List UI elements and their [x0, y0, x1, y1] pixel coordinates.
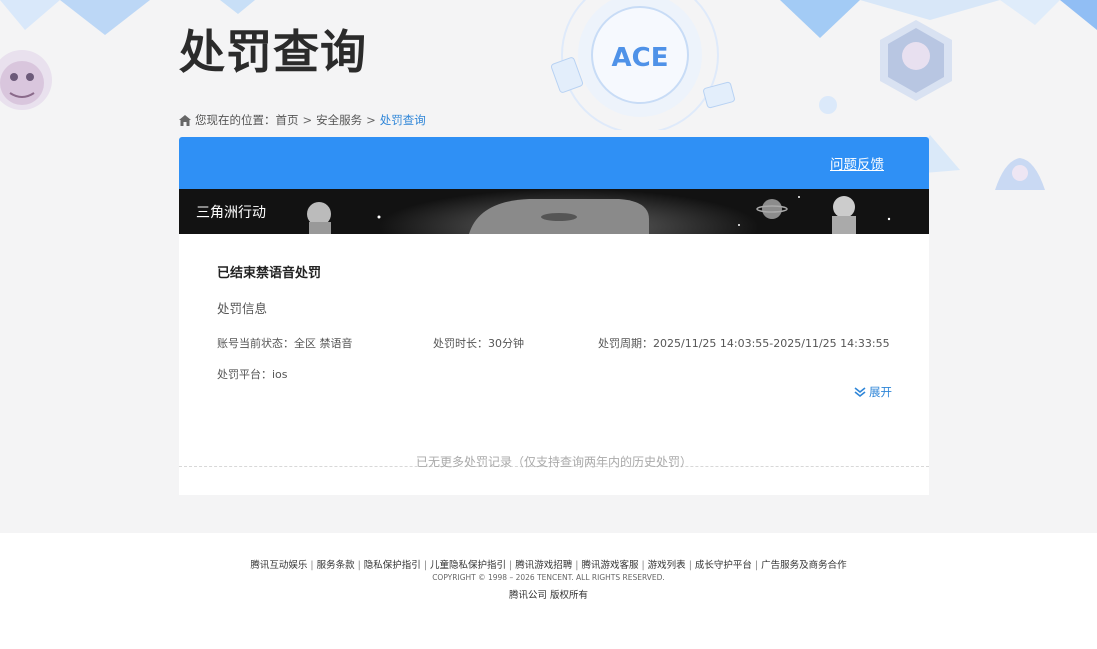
expand-button[interactable]: 展开: [854, 384, 892, 400]
penalty-duration-label: 处罚时长：: [433, 337, 488, 350]
footer-link-terms[interactable]: 服务条款: [317, 560, 355, 571]
footer: 腾讯互动娱乐 | 服务条款 | 隐私保护指引 | 儿童隐私保护指引 | 腾讯游戏招聘 | 腾讯游戏客…: [0, 533, 1097, 649]
small-character-icon: [995, 158, 1045, 190]
copyright-text: COPYRIGHT © 1998 – 2026 TENCENT. ALL RIG…: [432, 573, 665, 582]
breadcrumb-security-services[interactable]: 安全服务: [316, 112, 362, 128]
penalty-period: 处罚周期：2025/11/25 14:03:55-2025/11/25 14:3…: [598, 335, 890, 351]
footer-link-separator: |: [641, 560, 645, 571]
footer-link-child-privacy[interactable]: 儿童隐私保护指引: [430, 560, 506, 571]
footer-link-separator: |: [509, 560, 513, 571]
hexagon-character-icon: [880, 20, 952, 101]
penalty-period-label: 处罚周期：: [598, 337, 653, 350]
mascot-left-icon: [0, 50, 52, 110]
record-title: 已结束禁语音处罚: [217, 266, 322, 281]
account-status-value: 全区 禁语音: [294, 337, 353, 350]
penalty-platform-label: 处罚平台：: [217, 368, 272, 381]
breadcrumb-current: 处罚查询: [379, 113, 426, 127]
expand-label: 展开: [869, 385, 892, 399]
breadcrumb-prefix: 您现在的位置：: [195, 113, 276, 127]
footer-link-advertising[interactable]: 广告服务及商务合作: [761, 560, 847, 571]
penalty-record: 已结束禁语音处罚 处罚信息 账号当前状态：全区 禁语音 处罚时长：30分钟 处罚…: [179, 234, 929, 467]
footer-link-separator: |: [423, 560, 428, 571]
penalty-duration-value: 30分钟: [488, 337, 524, 350]
footer-link-tencent-games[interactable]: 腾讯互动娱乐: [250, 560, 307, 571]
footer-link-growth-guard[interactable]: 成长守护平台: [695, 560, 752, 571]
ace-logo-text: ACE: [612, 43, 669, 73]
feedback-link[interactable]: 问题反馈: [830, 153, 884, 173]
double-chevron-down-icon: [854, 387, 866, 398]
game-name: 三角洲行动: [196, 205, 266, 221]
penalty-platform-value: ios: [272, 368, 288, 381]
footer-link-separator: |: [310, 560, 314, 571]
page-title: 处罚查询: [179, 25, 367, 79]
footer-link-separator: |: [575, 560, 579, 571]
space-banner-art: [307, 189, 891, 234]
footer-link-customer-service[interactable]: 腾讯游戏客服: [581, 560, 638, 571]
penalty-info-label: 处罚信息: [217, 301, 268, 316]
card-header: 问题反馈: [179, 137, 929, 189]
footer-link-game-list[interactable]: 游戏列表: [648, 560, 686, 571]
penalty-duration: 处罚时长：30分钟: [433, 335, 524, 351]
footer-link-separator: |: [754, 560, 759, 571]
penalty-period-value: 2025/11/25 14:03:55-2025/11/25 14:33:55: [653, 337, 890, 350]
home-icon: [179, 114, 191, 126]
breadcrumb-separator: >: [302, 113, 313, 127]
game-banner: 三角洲行动: [179, 189, 929, 234]
footer-link-privacy[interactable]: 隐私保护指引: [364, 560, 421, 571]
no-more-records: 已无更多处罚记录（仅支持查询两年内的历史处罚）: [415, 455, 692, 469]
ace-logo-icon: ACE: [550, 0, 735, 130]
penalty-card: 问题反馈 三角洲行动 已结束禁语音处罚 处罚信息 账号当前状态：全区 禁语音 处…: [179, 137, 929, 495]
breadcrumb-separator: >: [366, 113, 376, 127]
footer-link-separator: |: [357, 560, 361, 571]
account-status-label: 账号当前状态：: [217, 337, 294, 350]
account-status: 账号当前状态：全区 禁语音: [217, 335, 353, 351]
breadcrumb-home[interactable]: 首页: [276, 112, 299, 128]
rights-text: 腾讯公司 版权所有: [508, 590, 589, 601]
footer-link-recruitment[interactable]: 腾讯游戏招聘: [515, 560, 572, 571]
footer-links: 腾讯互动娱乐 | 服务条款 | 隐私保护指引 | 儿童隐私保护指引 | 腾讯游戏招聘 | 腾讯游戏客…: [0, 557, 1097, 571]
breadcrumb: 您现在的位置： 首页 > 安全服务 > 处罚查询: [179, 112, 426, 128]
bubble-icon: [819, 96, 837, 114]
footer-link-separator: |: [688, 560, 692, 571]
penalty-platform: 处罚平台：ios: [217, 366, 288, 382]
